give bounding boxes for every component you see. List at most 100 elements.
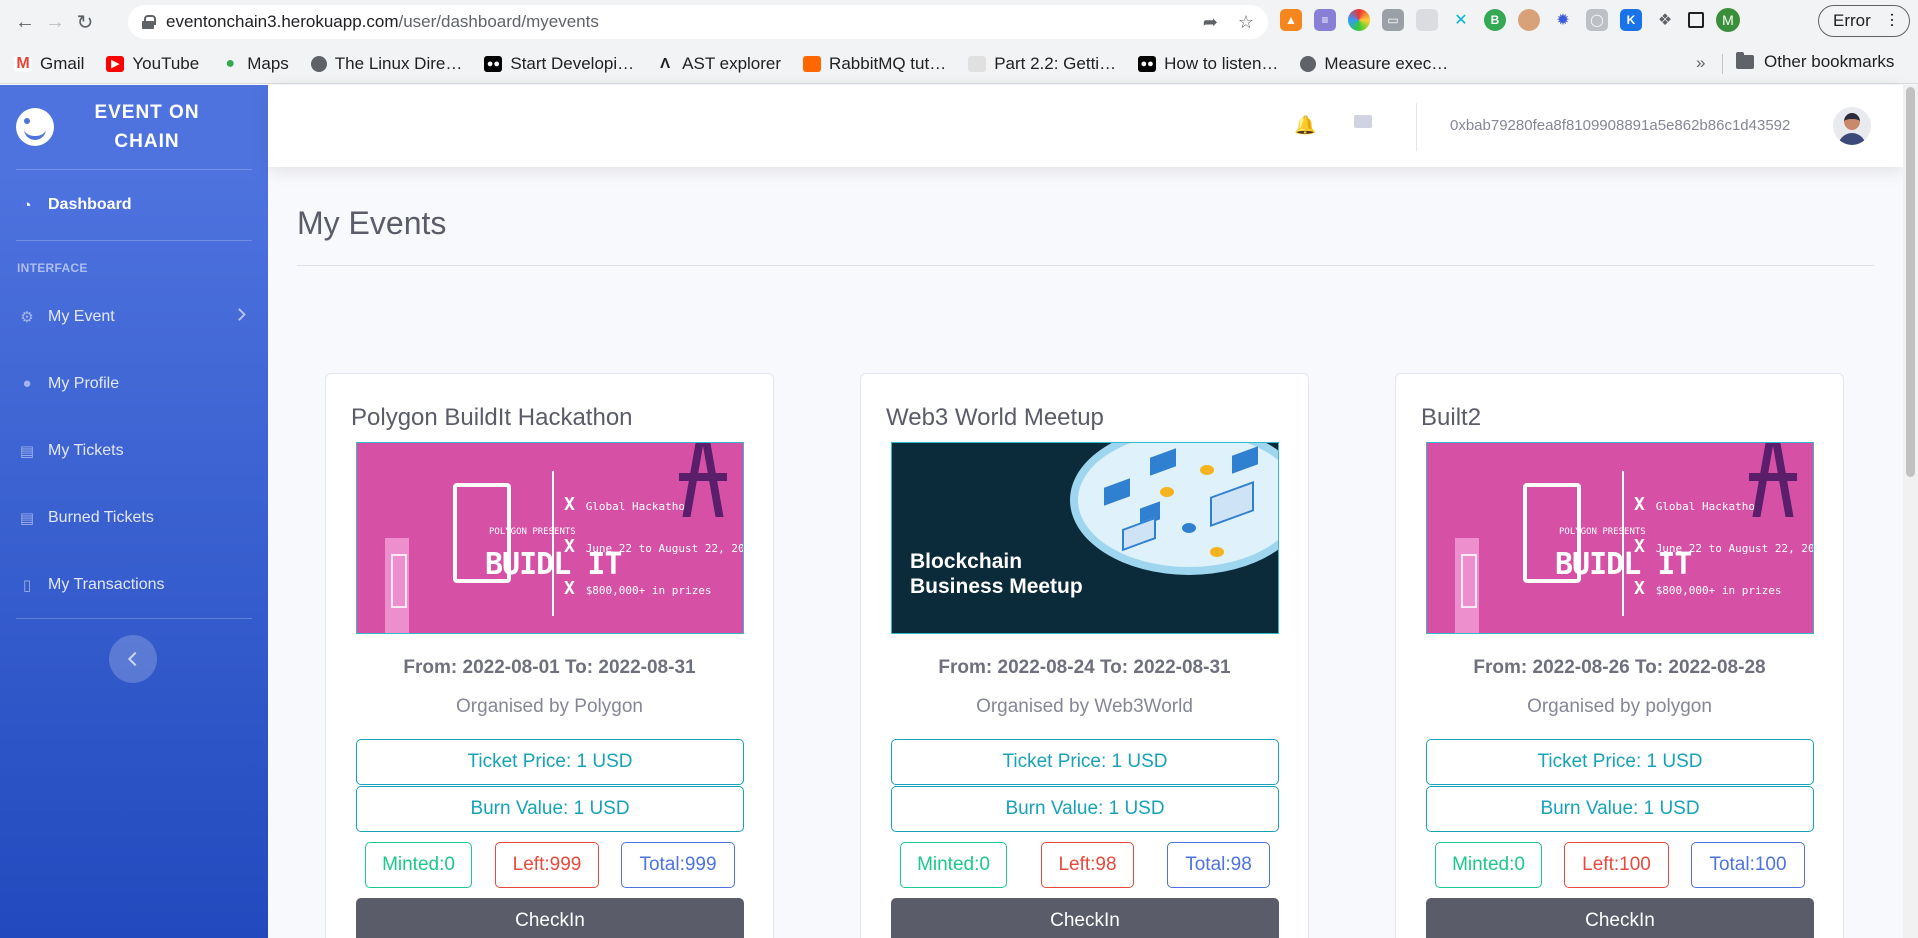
ast-icon: Λ (656, 55, 675, 72)
grid-extension-icon[interactable] (1416, 9, 1438, 31)
receipt-icon: ▯ (22, 576, 32, 594)
sidebar-divider (16, 618, 252, 619)
back-arrow-icon[interactable]: ← (10, 7, 40, 37)
globe-icon (1300, 55, 1317, 72)
url-text: eventonchain3.herokuapp.com/user/dashboa… (166, 12, 599, 31)
envelope-icon[interactable] (1354, 115, 1372, 128)
event-card: Web3 World Meetup Blockchain Business Mee… (860, 373, 1309, 938)
bookmark-measure-exec[interactable]: Measure exec… (1300, 54, 1448, 74)
bookmark-linux-directory[interactable]: The Linux Dire… (310, 54, 462, 74)
maps-icon: ● (221, 55, 240, 72)
youtube-icon: ▶ (106, 55, 125, 72)
event-title: Built2 (1421, 404, 1482, 431)
page-title: My Events (297, 205, 447, 241)
more-bookmarks-icon[interactable]: » (1696, 53, 1705, 73)
bookmark-part-2-2[interactable]: Part 2.2: Getti… (968, 54, 1116, 74)
total-count: Total:100 (1691, 842, 1805, 888)
more-menu-icon[interactable]: ⋯ (1882, 12, 1901, 27)
ticket-price-box: Ticket Price: 1 USD (1426, 739, 1814, 785)
event-image-blockchain-meetup: Blockchain Business Meetup (891, 442, 1279, 634)
medium-icon: ●● (1138, 55, 1157, 72)
sidebar-item-my-profile[interactable]: ● My Profile (0, 350, 268, 417)
sidebar-item-my-event[interactable]: ⚙ My Event (0, 283, 268, 350)
forward-arrow-icon[interactable]: → (40, 7, 70, 37)
bookmarks-divider (1722, 54, 1723, 74)
ticket-price-box: Ticket Price: 1 USD (356, 739, 744, 785)
sidebar: EVENT ON CHAIN ◔ Dashboard INTERFACE ⚙ M… (0, 85, 268, 938)
event-organiser: Organised by polygon (1527, 696, 1712, 717)
gear-icon: ⚙ (20, 308, 34, 326)
bookmark-maps[interactable]: ● Maps (221, 54, 289, 74)
other-bookmarks[interactable]: Other bookmarks (1736, 52, 1894, 72)
tachometer-icon: ◔ (22, 196, 32, 214)
burn-value-box: Burn Value: 1 USD (1426, 786, 1814, 832)
k-extension-icon[interactable]: K (1620, 9, 1642, 31)
b-extension-icon[interactable]: B (1484, 9, 1506, 31)
event-title: Polygon BuildIt Hackathon (351, 404, 633, 431)
event-dates: From: 2022-08-24 To: 2022-08-31 (938, 657, 1231, 678)
reload-icon[interactable]: ↻ (70, 7, 100, 37)
event-organiser: Organised by Web3World (976, 696, 1193, 717)
avatar-extension-icon[interactable] (1518, 9, 1540, 31)
bookmark-star-icon[interactable]: ☆ (1238, 12, 1254, 33)
topbar-divider (1416, 103, 1417, 151)
event-image-polygon-buildit: POLYGON PRESENTS BUIDL IT Global Hackath… (356, 442, 744, 634)
sidebar-heading: INTERFACE (17, 261, 88, 275)
color-picker-extension-icon[interactable] (1348, 9, 1370, 31)
ticket-icon: ▤ (19, 442, 35, 460)
scrollbar-thumb[interactable] (1906, 87, 1915, 477)
sidebar-item-dashboard[interactable]: ◔ Dashboard (0, 170, 268, 240)
extension-icon[interactable]: ≡ (1314, 9, 1336, 31)
gmail-icon: M (14, 55, 32, 72)
checkin-button[interactable]: CheckIn (1426, 898, 1814, 938)
metamask-extension-icon[interactable]: ▲ (1280, 9, 1302, 31)
sidebar-item-my-transactions[interactable]: ▯ My Transactions (0, 551, 268, 618)
topbar: 🔔 0xbab79280fea8f8109908891a5e862b86c1d4… (268, 85, 1903, 167)
puzzle-extensions-icon[interactable]: ❖ (1654, 9, 1676, 31)
sidebar-item-my-tickets[interactable]: ▤ My Tickets (0, 417, 268, 484)
chevron-right-icon (233, 308, 246, 321)
bell-icon[interactable]: 🔔 (1294, 115, 1316, 136)
minted-count: Minted:0 (365, 842, 472, 888)
share-icon[interactable]: ➦ (1203, 12, 1218, 33)
shield-extension-icon[interactable]: ◯ (1586, 9, 1608, 31)
bookmark-rabbitmq[interactable]: RabbitMQ tut… (803, 54, 946, 74)
left-count: Left:100 (1564, 842, 1669, 888)
address-bar[interactable]: eventonchain3.herokuapp.com/user/dashboa… (128, 5, 1268, 39)
sidebar-toggle-button[interactable] (109, 635, 157, 683)
sidebar-brand[interactable]: EVENT ON CHAIN (0, 85, 268, 169)
bookmark-ast-explorer[interactable]: Λ AST explorer (656, 54, 781, 74)
sun-extension-icon[interactable]: ✹ (1552, 9, 1574, 31)
left-count: Left:98 (1041, 842, 1134, 888)
side-panel-icon[interactable] (1688, 12, 1704, 28)
bookmark-gmail[interactable]: M Gmail (14, 54, 84, 74)
x-extension-icon[interactable]: ✕ (1450, 9, 1472, 31)
bookmark-youtube[interactable]: ▶ YouTube (106, 54, 199, 74)
sidebar-item-burned-tickets[interactable]: ▤ Burned Tickets (0, 484, 268, 551)
browser-toolbar: ← → ↻ eventonchain3.herokuapp.com/user/d… (0, 0, 1918, 44)
event-image-polygon-buildit: POLYGON PRESENTS BUIDL IT Global Hackath… (1426, 442, 1814, 634)
burn-value-box: Burn Value: 1 USD (891, 786, 1279, 832)
user-avatar[interactable] (1833, 107, 1871, 145)
event-organiser: Organised by Polygon (456, 696, 643, 717)
checkin-button[interactable]: CheckIn (891, 898, 1279, 938)
wallet-address[interactable]: 0xbab79280fea8f8109908891a5e862b86c1d435… (1450, 117, 1790, 134)
ticket-icon: ▤ (19, 509, 35, 527)
screen-extension-icon[interactable]: ▭ (1382, 9, 1404, 31)
user-icon: ● (22, 375, 32, 392)
event-title: Web3 World Meetup (886, 404, 1104, 431)
event-card: Built2 POLYGON PRESENTS BUIDL IT Global … (1395, 373, 1844, 938)
error-button[interactable]: Error ⋯ (1818, 5, 1910, 37)
bookmark-start-developing[interactable]: ●● Start Developi… (484, 54, 634, 74)
ticket-price-box: Ticket Price: 1 USD (891, 739, 1279, 785)
minted-count: Minted:0 (1435, 842, 1542, 888)
profile-avatar[interactable]: M (1716, 8, 1740, 32)
wink-face-icon (16, 108, 54, 146)
bookmark-how-to-listen[interactable]: ●● How to listen… (1138, 54, 1278, 74)
brand-name: EVENT ON CHAIN (94, 102, 200, 152)
page-scrollbar[interactable] (1903, 85, 1918, 938)
left-count: Left:999 (495, 842, 599, 888)
checkin-button[interactable]: CheckIn (356, 898, 744, 938)
total-count: Total:999 (621, 842, 735, 888)
medium-icon: ●● (484, 55, 503, 72)
